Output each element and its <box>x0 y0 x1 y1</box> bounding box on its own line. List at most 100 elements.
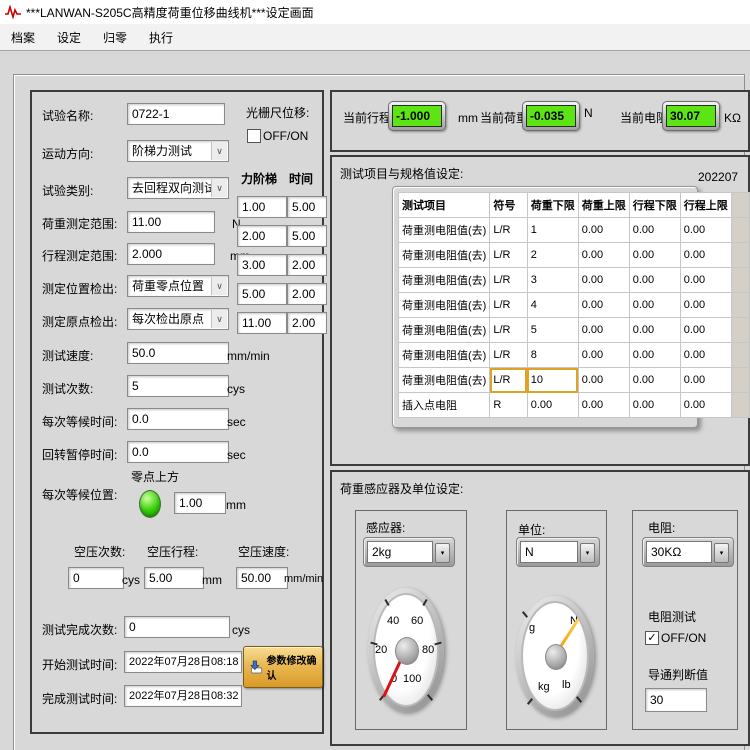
table-cell[interactable]: 0.00 <box>629 218 680 243</box>
table-cell[interactable]: 0.00 <box>629 268 680 293</box>
air-stroke-input[interactable]: 5.00 <box>144 567 204 589</box>
start-time-label: 开始测试时间: <box>42 658 117 672</box>
stroke-range-input[interactable]: 2.000 <box>127 243 215 265</box>
time-step-cell[interactable]: 2.00 <box>287 254 327 276</box>
chevron-down-icon[interactable] <box>211 310 227 328</box>
test-speed-input[interactable]: 50.0 <box>127 342 229 364</box>
unit-select[interactable]: N <box>516 537 600 567</box>
done-count-input[interactable]: 0 <box>124 616 230 638</box>
chevron-down-icon[interactable] <box>580 543 595 563</box>
chevron-down-icon[interactable] <box>211 179 227 197</box>
sensor-select[interactable]: 2kg <box>363 537 455 567</box>
table-cell[interactable]: 0.00 <box>680 268 731 293</box>
chevron-down-icon[interactable] <box>714 543 729 563</box>
table-cell[interactable]: 0.00 <box>680 243 731 268</box>
confirm-params-button[interactable]: 参数修改确认 <box>243 646 323 688</box>
table-cell[interactable]: 0.00 <box>578 243 629 268</box>
table-cell[interactable]: 0.00 <box>578 393 629 418</box>
table-cell[interactable]: 荷重测电阻值(去) <box>399 343 490 368</box>
table-filler <box>731 318 749 343</box>
table-cell[interactable]: 0.00 <box>629 293 680 318</box>
table-cell[interactable]: 插入点电阻 <box>399 393 490 418</box>
table-cell[interactable]: 荷重测电阻值(去) <box>399 218 490 243</box>
table-cell[interactable]: 0.00 <box>527 393 578 418</box>
menu-settings[interactable]: 设定 <box>46 25 92 50</box>
table-cell[interactable]: 0.00 <box>680 393 731 418</box>
menu-run[interactable]: 执行 <box>138 25 184 50</box>
origin-detect-select[interactable]: 每次检出原点 <box>127 308 229 330</box>
force-step-cell[interactable]: 2.00 <box>237 225 287 247</box>
threshold-input[interactable]: 30 <box>645 688 707 712</box>
position-detect-select[interactable]: 荷重零点位置 <box>127 275 229 297</box>
air-speed-input[interactable]: 50.00 <box>236 567 288 589</box>
test-count-input[interactable]: 5 <box>127 375 229 397</box>
chevron-down-icon[interactable] <box>435 543 450 563</box>
table-cell[interactable]: 0.00 <box>629 243 680 268</box>
force-step-cell[interactable]: 11.00 <box>237 312 287 334</box>
table-cell[interactable]: L/R <box>490 218 527 243</box>
table-cell[interactable]: 荷重测电阻值(去) <box>399 268 490 293</box>
table-cell[interactable]: 荷重测电阻值(去) <box>399 293 490 318</box>
table-cell[interactable]: L/R <box>490 268 527 293</box>
table-cell[interactable]: L/R <box>490 243 527 268</box>
time-step-cell[interactable]: 2.00 <box>287 283 327 305</box>
table-cell[interactable]: 0.00 <box>680 318 731 343</box>
resistance-select[interactable]: 30KΩ <box>642 537 734 567</box>
table-cell[interactable]: R <box>490 393 527 418</box>
table-cell[interactable]: 0.00 <box>680 218 731 243</box>
chevron-down-icon[interactable] <box>211 142 227 160</box>
finish-time-input[interactable]: 2022年07月28日08:32 <box>124 685 242 707</box>
load-range-input[interactable]: 11.00 <box>127 211 215 233</box>
table-row: 荷重测电阻值(去) L/R 5 0.00 0.00 0.00 <box>399 318 750 343</box>
time-step-cell[interactable]: 5.00 <box>287 196 327 218</box>
table-cell[interactable]: 荷重测电阻值(去) <box>399 318 490 343</box>
table-cell[interactable]: 3 <box>527 268 578 293</box>
resistance-test-checkbox[interactable] <box>645 631 659 645</box>
table-cell[interactable]: 0.00 <box>578 343 629 368</box>
table-cell[interactable]: 0.00 <box>629 393 680 418</box>
table-cell[interactable]: 5 <box>527 318 578 343</box>
wait-time-input[interactable]: 0.0 <box>127 408 229 430</box>
menu-file[interactable]: 档案 <box>0 25 46 50</box>
table-cell[interactable]: 0.00 <box>578 368 629 393</box>
sensor-value: 2kg <box>367 541 433 563</box>
wait-position-input[interactable]: 1.00 <box>174 492 226 514</box>
table-cell[interactable]: L/R <box>490 368 527 393</box>
grating-checkbox[interactable] <box>247 129 261 143</box>
table-cell[interactable]: 0.00 <box>680 343 731 368</box>
table-cell[interactable]: 0.00 <box>578 268 629 293</box>
table-cell[interactable]: 0.00 <box>578 293 629 318</box>
time-step-cell[interactable]: 5.00 <box>287 225 327 247</box>
table-cell[interactable]: 2 <box>527 243 578 268</box>
force-step-cell[interactable]: 1.00 <box>237 196 287 218</box>
pause-time-unit: sec <box>227 448 246 462</box>
pause-time-input[interactable]: 0.0 <box>127 441 229 463</box>
table-cell[interactable]: 0.00 <box>578 318 629 343</box>
menu-zero[interactable]: 归零 <box>92 25 138 50</box>
table-cell[interactable]: L/R <box>490 293 527 318</box>
current-load-value: -0.035 <box>526 105 576 127</box>
test-type-select[interactable]: 去回程双向测试 <box>127 177 229 199</box>
table-cell[interactable]: 4 <box>527 293 578 318</box>
table-cell[interactable]: 0.00 <box>680 368 731 393</box>
table-cell[interactable]: 1 <box>527 218 578 243</box>
motion-direction-select[interactable]: 阶梯力测试 <box>127 140 229 162</box>
table-cell[interactable]: 8 <box>527 343 578 368</box>
table-cell[interactable]: L/R <box>490 318 527 343</box>
table-cell[interactable]: 0.00 <box>680 293 731 318</box>
table-cell[interactable]: 0.00 <box>578 218 629 243</box>
table-cell[interactable]: 荷重测电阻值(去) <box>399 368 490 393</box>
time-step-cell[interactable]: 2.00 <box>287 312 327 334</box>
force-step-cell[interactable]: 5.00 <box>237 283 287 305</box>
table-cell[interactable]: 0.00 <box>629 343 680 368</box>
table-cell[interactable]: L/R <box>490 343 527 368</box>
table-cell[interactable]: 0.00 <box>629 318 680 343</box>
table-cell[interactable]: 0.00 <box>629 368 680 393</box>
air-count-input[interactable]: 0 <box>68 567 124 589</box>
force-step-cell[interactable]: 3.00 <box>237 254 287 276</box>
chevron-down-icon[interactable] <box>211 277 227 295</box>
start-time-input[interactable]: 2022年07月28日08:18 <box>124 651 242 673</box>
table-cell[interactable]: 10 <box>527 368 578 393</box>
test-name-input[interactable]: 0722-1 <box>127 103 225 125</box>
table-cell[interactable]: 荷重测电阻值(去) <box>399 243 490 268</box>
